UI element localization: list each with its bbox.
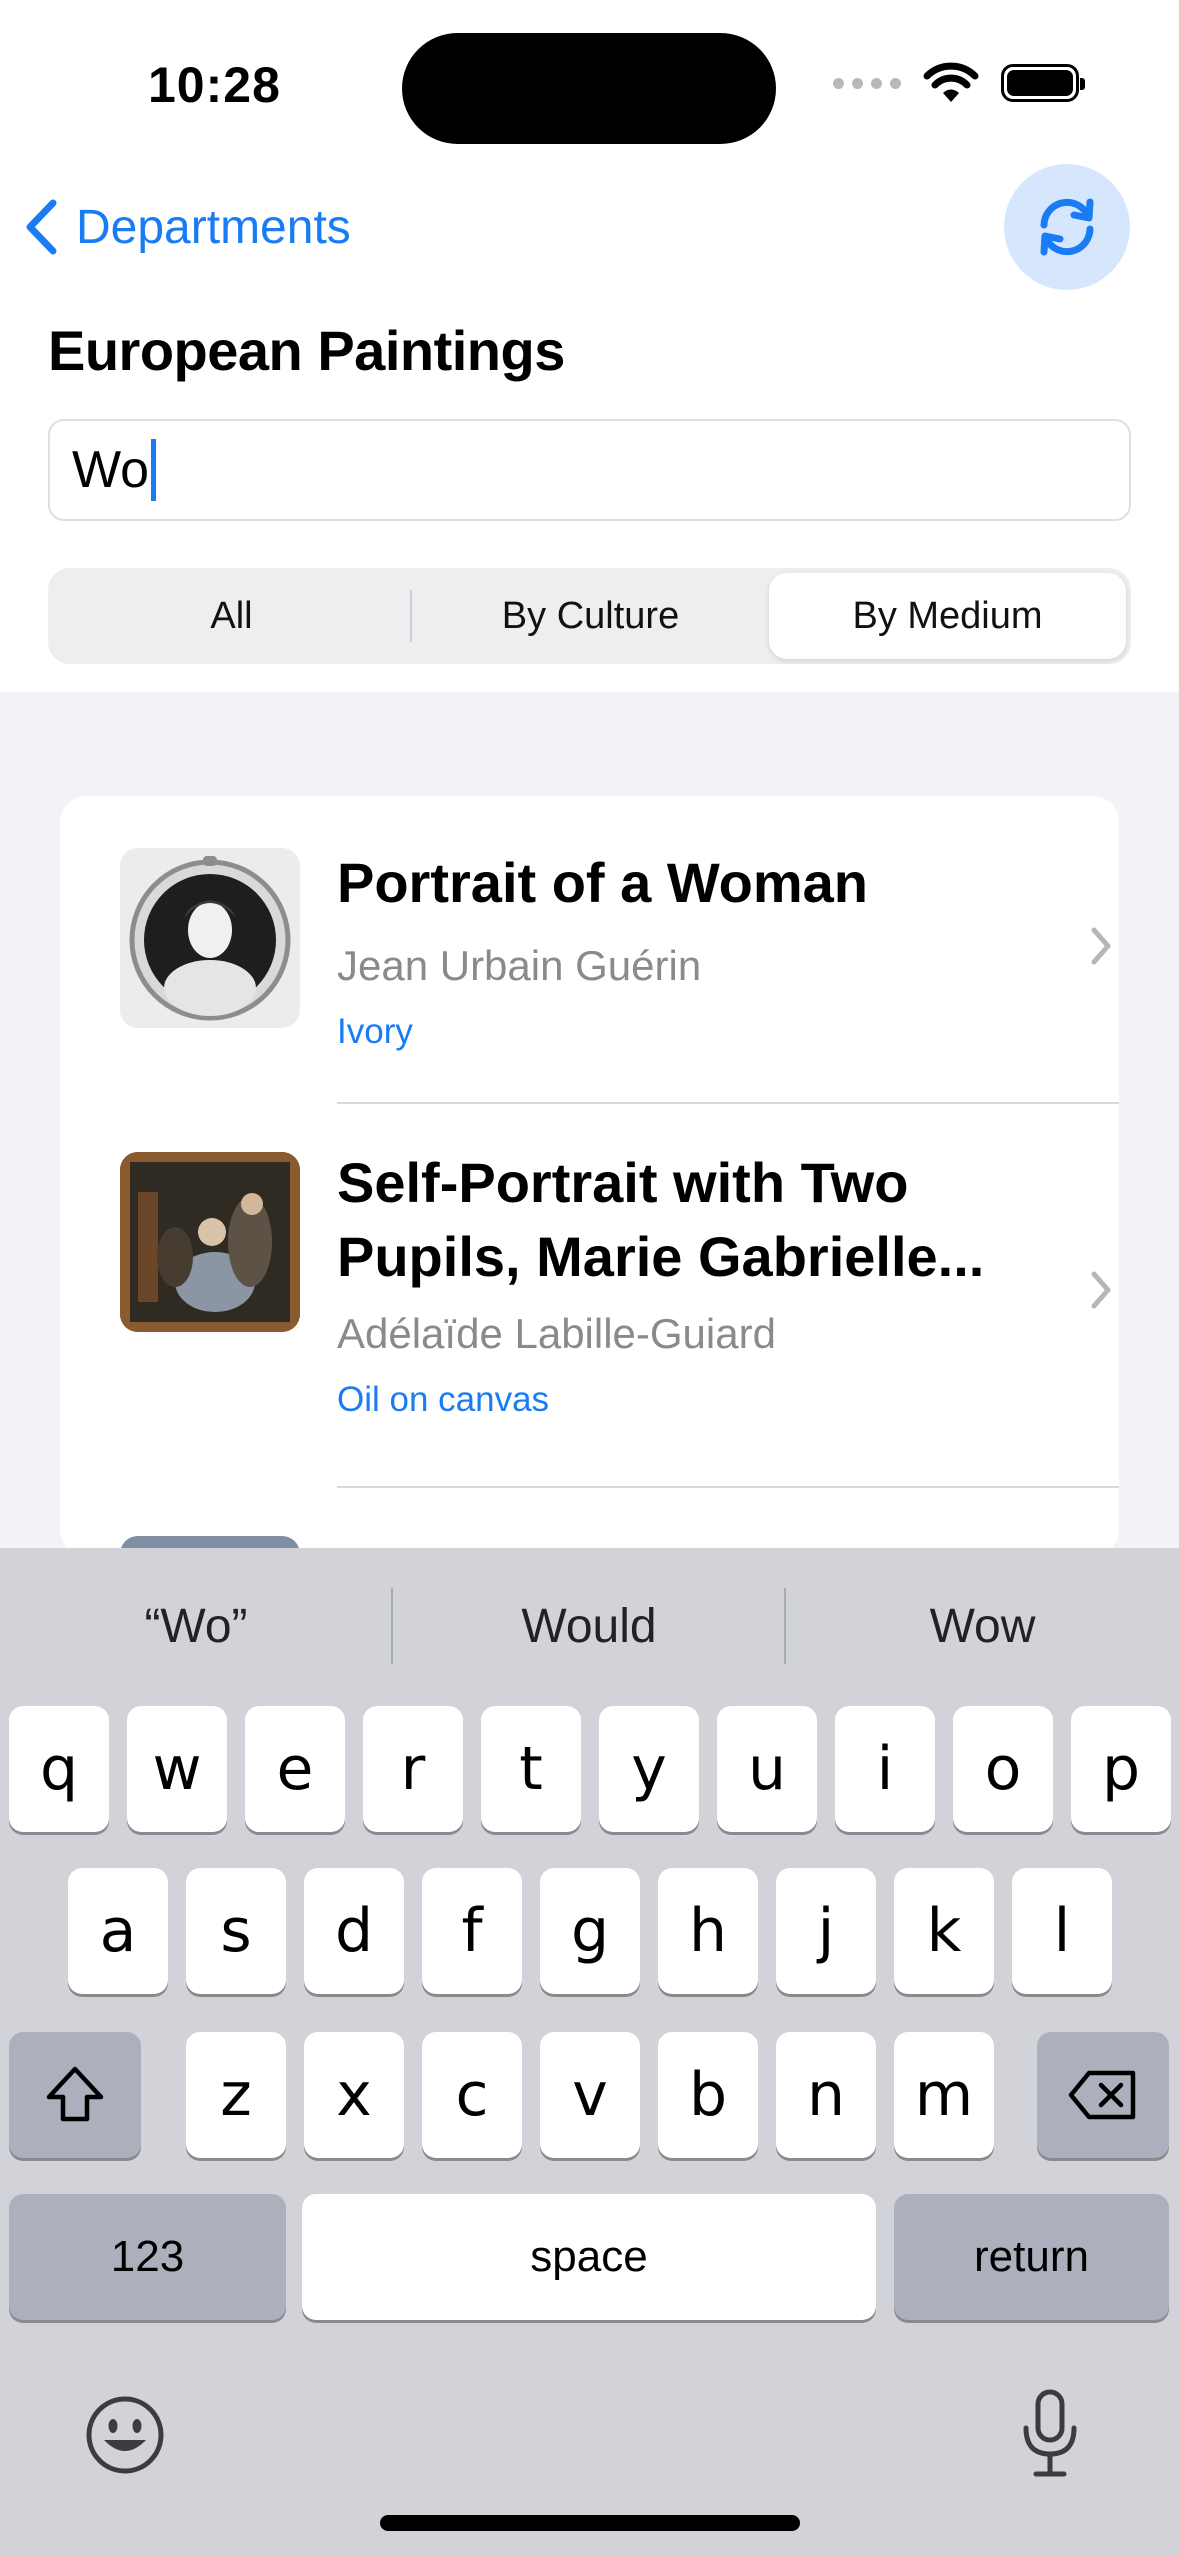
text-cursor <box>151 439 157 501</box>
key-o[interactable]: o <box>953 1706 1053 1832</box>
chevron-right-icon <box>1091 927 1111 965</box>
refresh-button[interactable] <box>1004 164 1130 290</box>
back-button[interactable]: Departments <box>24 192 351 262</box>
signal-dots-icon <box>833 77 901 89</box>
filter-segmented-control: All By Culture By Medium <box>48 568 1131 664</box>
search-text: Wo <box>72 441 150 499</box>
key-c[interactable]: c <box>422 2032 522 2158</box>
key-l[interactable]: l <box>1012 1868 1112 1994</box>
segment-by-culture-label: By Culture <box>501 594 680 637</box>
artwork-title-line-2: Pupils, Marie Gabrielle... <box>337 1225 985 1288</box>
key-g[interactable]: g <box>540 1868 640 1994</box>
shift-icon <box>46 2066 104 2122</box>
shift-key[interactable] <box>9 2032 141 2158</box>
list-item[interactable]: Self-Portrait with Two Pupils, Marie Gab… <box>60 1104 1119 1488</box>
search-input[interactable]: Wo <box>48 419 1131 521</box>
key-p[interactable]: p <box>1071 1706 1171 1832</box>
back-label: Departments <box>76 200 351 254</box>
battery-icon <box>1001 64 1085 102</box>
key-x[interactable]: x <box>304 2032 404 2158</box>
space-key[interactable]: space <box>302 2194 876 2320</box>
artist-name: Jean Urbain Guérin <box>337 942 702 989</box>
segment-all[interactable]: All <box>53 573 410 659</box>
suggestion-3[interactable]: Wow <box>786 1548 1179 1704</box>
key-y[interactable]: y <box>599 1706 699 1832</box>
wifi-icon <box>923 62 979 102</box>
refresh-icon <box>1040 198 1094 256</box>
medium-label: Ivory <box>337 1012 413 1051</box>
dynamic-island <box>402 33 776 144</box>
key-h[interactable]: h <box>658 1868 758 1994</box>
return-key[interactable]: return <box>894 2194 1169 2320</box>
artwork-title-line-1: Self-Portrait with Two <box>337 1151 909 1214</box>
emoji-icon[interactable] <box>84 2394 166 2476</box>
keyboard: “Wo” Would Wow q w e r t y u i o p a s d… <box>0 1548 1179 2556</box>
key-r[interactable]: r <box>363 1706 463 1832</box>
key-t[interactable]: t <box>481 1706 581 1832</box>
key-u[interactable]: u <box>717 1706 817 1832</box>
segment-by-medium[interactable]: By Medium <box>769 573 1126 659</box>
results-list: Portrait of a Woman Jean Urbain Guérin I… <box>60 796 1119 1556</box>
artwork-title: Portrait of a Woman <box>337 851 869 914</box>
suggestion-2[interactable]: Would <box>393 1548 785 1704</box>
key-b[interactable]: b <box>658 2032 758 2158</box>
medium-label: Oil on canvas <box>337 1380 550 1419</box>
delete-key[interactable] <box>1037 2032 1169 2158</box>
key-j[interactable]: j <box>776 1868 876 1994</box>
key-w[interactable]: w <box>127 1706 227 1832</box>
status-time: 10:28 <box>148 57 281 113</box>
page-title: European Paintings <box>48 319 565 382</box>
status-indicators <box>833 62 1085 104</box>
key-d[interactable]: d <box>304 1868 404 1994</box>
key-i[interactable]: i <box>835 1706 935 1832</box>
suggestion-1[interactable]: “Wo” <box>0 1548 392 1704</box>
home-indicator <box>380 2515 800 2531</box>
key-q[interactable]: q <box>9 1706 109 1832</box>
artwork-thumbnail <box>120 848 300 1028</box>
key-f[interactable]: f <box>422 1868 522 1994</box>
chevron-right-icon <box>1091 1271 1111 1309</box>
key-m[interactable]: m <box>894 2032 994 2158</box>
key-z[interactable]: z <box>186 2032 286 2158</box>
artwork-thumbnail <box>120 1152 300 1332</box>
key-e[interactable]: e <box>245 1706 345 1832</box>
list-item[interactable]: Portrait of a Woman Jean Urbain Guérin I… <box>60 796 1119 1104</box>
microphone-icon[interactable] <box>1018 2388 1082 2480</box>
segment-by-culture[interactable]: By Culture <box>412 573 769 659</box>
list-item[interactable] <box>60 1488 1119 1556</box>
key-n[interactable]: n <box>776 2032 876 2158</box>
segment-by-medium-label: By Medium <box>852 594 1043 637</box>
chevron-left-icon <box>26 199 57 255</box>
key-a[interactable]: a <box>68 1868 168 1994</box>
key-v[interactable]: v <box>540 2032 640 2158</box>
key-s[interactable]: s <box>186 1868 286 1994</box>
numbers-key[interactable]: 123 <box>9 2194 286 2320</box>
key-k[interactable]: k <box>894 1868 994 1994</box>
artist-name: Adélaïde Labille-Guiard <box>337 1310 776 1357</box>
backspace-icon <box>1068 2070 1136 2120</box>
segment-all-label: All <box>210 594 253 637</box>
